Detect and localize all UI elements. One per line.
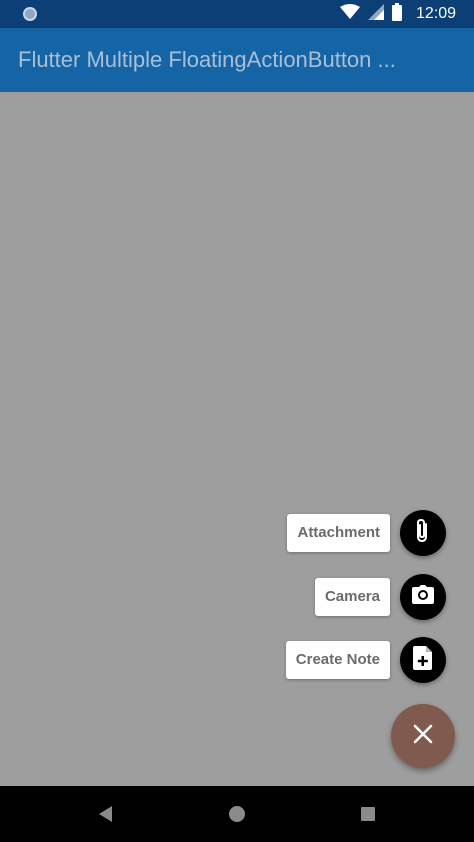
main-fab-close-button[interactable] xyxy=(391,704,455,768)
status-icons: 12:09 xyxy=(339,2,456,26)
app-title: Flutter Multiple FloatingActionButton ..… xyxy=(18,47,396,72)
attachment-button[interactable] xyxy=(400,510,446,556)
signal-icon xyxy=(367,3,384,25)
camera-button[interactable] xyxy=(400,574,446,620)
navigation-bar xyxy=(0,786,474,842)
create-note-label[interactable]: Create Note xyxy=(285,641,390,679)
status-time: 12:09 xyxy=(415,5,456,22)
status-bar: 12:09 xyxy=(0,0,474,28)
camera-label[interactable]: Camera xyxy=(314,578,390,616)
create-note-button[interactable] xyxy=(400,637,446,683)
speed-dial-camera[interactable]: Camera xyxy=(314,574,446,620)
recents-icon[interactable] xyxy=(358,804,378,824)
app-bar: Flutter Multiple FloatingActionButton ..… xyxy=(0,28,474,92)
attachment-label[interactable]: Attachment xyxy=(287,514,390,552)
speed-dial-create-note[interactable]: Create Note xyxy=(285,637,446,683)
paperclip-icon xyxy=(412,518,434,549)
camera-icon xyxy=(411,584,435,611)
wifi-icon xyxy=(339,3,360,25)
battery-icon xyxy=(391,2,402,26)
speed-dial-attachment[interactable]: Attachment xyxy=(287,510,446,556)
close-icon xyxy=(413,724,433,749)
app-notification-icon xyxy=(22,6,38,22)
note-add-icon xyxy=(413,645,433,675)
home-icon[interactable] xyxy=(227,804,247,824)
back-icon[interactable] xyxy=(96,804,116,824)
